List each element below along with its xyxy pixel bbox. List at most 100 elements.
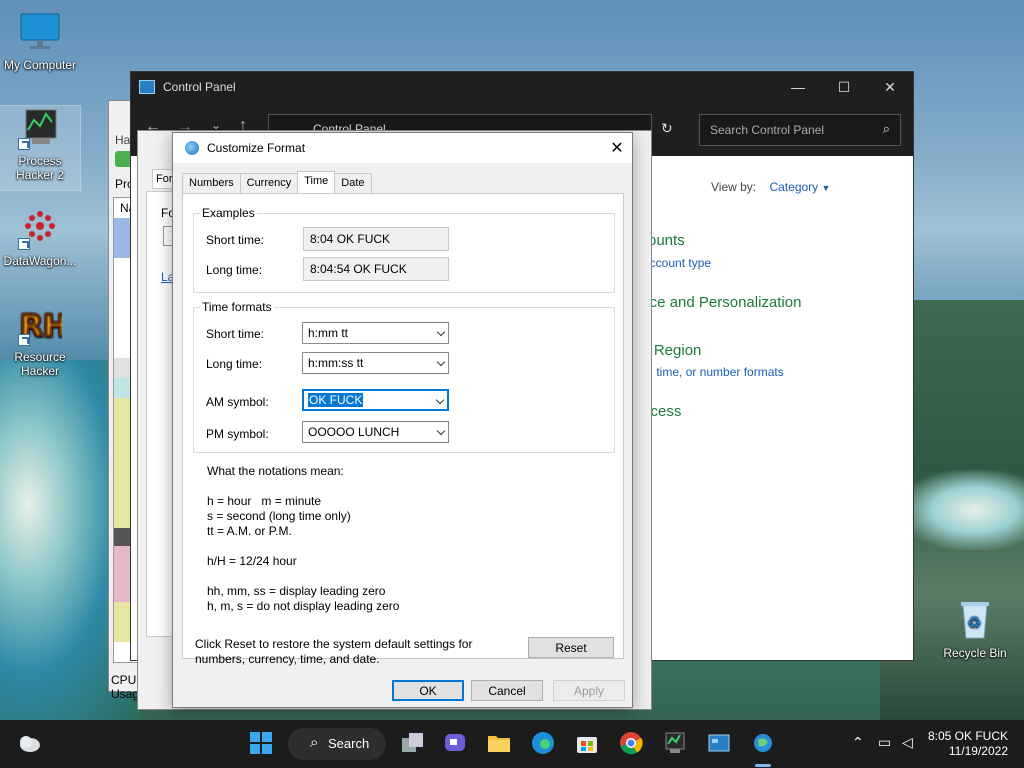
short-time-combo[interactable]: h:mm tt [302,322,449,344]
taskbar-search-label: Search [328,736,370,751]
globe-icon [185,141,199,155]
maximize-button[interactable]: ☐ [821,72,867,102]
am-symbol-label: AM symbol: [206,395,269,409]
start-button[interactable] [248,730,276,758]
svg-text:♻: ♻ [967,613,981,632]
chevron-down-icon [436,357,446,367]
reset-description-line: numbers, currency, time, and date. [195,652,380,666]
short-time-label: Short time: [206,327,265,341]
dialog-title: Customize Format [207,141,306,155]
notation-help: What the notations mean: h = hour m = mi… [207,464,399,614]
examples-group-label: Examples [200,206,257,220]
long-time-combo[interactable]: h:mm:ss tt [302,352,449,374]
category-clock-region-link[interactable]: ate, time, or number formats [633,365,784,379]
desktop-icon-recycle-bin[interactable]: ♻ Recycle Bin [935,598,1015,660]
shortcut-arrow-icon [18,334,30,346]
example-short-time-label: Short time: [206,233,265,247]
category-appearance[interactable]: ance and Personalization [633,294,801,311]
window-title: Control Panel [163,80,236,94]
dialog-tabs: Numbers Currency Time Date [182,171,372,193]
example-long-time-value: 8:04:54 OK FUCK [303,257,449,281]
chrome-icon[interactable] [618,730,646,758]
minimize-button[interactable]: — [775,72,821,102]
time-formats-group: Time formats Short time: h:mm tt Long ti… [193,300,615,453]
recycle-bin-icon: ♻ [953,598,997,642]
tab-time[interactable]: Time [297,171,336,193]
examples-group: Examples Short time: 8:04 OK FUCK Long t… [193,206,615,293]
clock-time: 8:05 OK FUCK [927,729,1008,743]
volume-icon[interactable]: ◁ [902,734,913,751]
desktop-icon-label: DataWagon... [3,254,77,268]
store-icon[interactable] [574,730,602,758]
pm-symbol-label: PM symbol: [206,427,269,441]
pm-symbol-combo-value: OOOOO LUNCH [308,425,400,439]
taskbar: ⌕ Search ⌃ ▭ ◁ 8:05 OK FUCK 11/19/2022 [0,720,1024,768]
pm-symbol-combo[interactable]: OOOOO LUNCH [302,421,449,443]
customize-format-dialog[interactable]: Customize Format ✕ Numbers Currency Time… [172,132,633,708]
tab-date[interactable]: Date [334,173,372,193]
task-view-icon[interactable] [400,730,428,758]
shortcut-arrow-icon [18,138,30,150]
chevron-down-icon [436,426,446,436]
taskbar-search-button[interactable]: ⌕ Search [288,728,386,760]
network-icon[interactable]: ▭ [878,734,891,751]
apply-button[interactable]: Apply [553,680,625,701]
long-time-label: Long time: [206,357,263,371]
chat-icon[interactable] [442,730,470,758]
desktop-icon-my-computer[interactable]: My Computer [0,10,80,72]
notation-line: tt = A.M. or P.M. [207,524,292,538]
desktop-icon-process-hacker[interactable]: Process Hacker 2 [0,105,81,191]
chevron-up-icon[interactable]: ⌃ [852,734,864,751]
long-time-combo-value: h:mm:ss tt [308,356,364,370]
view-by-dropdown[interactable]: Category [769,180,818,194]
ok-button[interactable]: OK [392,680,464,701]
monitor-icon [18,10,62,54]
process-hacker-icon [18,106,62,150]
view-by-label: View by: [711,180,757,194]
example-short-time-value: 8:04 OK FUCK [303,227,449,251]
notation-line: s = second (long time only) [207,509,351,523]
desktop-icon-datawagon[interactable]: DataWagon... [0,206,80,268]
search-icon: ⌕ [310,734,319,751]
desktop-icon-resource-hacker[interactable]: RH Resource Hacker [0,302,80,378]
control-panel-icon [139,80,155,94]
weather-icon[interactable] [16,730,44,758]
example-long-time-label: Long time: [206,263,263,277]
shortcut-arrow-icon [18,238,30,250]
control-panel-taskbar-icon[interactable] [706,730,734,758]
short-time-combo-value: h:mm tt [308,326,349,340]
am-symbol-combo[interactable]: OK FUCK [302,389,449,411]
close-button[interactable]: ✕ [867,72,913,102]
am-symbol-combo-value: OK FUCK [308,393,364,407]
search-icon: ⌕ [882,121,890,136]
taskbar-clock[interactable]: 8:05 OK FUCK 11/19/2022 [928,729,1008,759]
tab-numbers[interactable]: Numbers [182,173,241,193]
time-formats-group-label: Time formats [200,300,274,314]
reset-button[interactable]: Reset [528,637,614,658]
file-explorer-icon[interactable] [486,730,514,758]
notation-line: h/H = 12/24 hour [207,554,297,568]
cancel-button[interactable]: Cancel [471,680,543,701]
proc-ha-text: Ha [115,133,131,147]
search-control-panel-input[interactable]: Search Control Panel ⌕ [699,114,901,146]
tab-currency[interactable]: Currency [239,173,299,193]
chevron-down-icon [435,395,445,405]
dialog-close-button[interactable]: ✕ [602,138,632,158]
chevron-down-icon: ▼ [821,183,831,193]
refresh-icon[interactable]: ↻ [661,120,673,137]
region-taskbar-icon[interactable] [750,730,778,758]
desktop-icon-label: Recycle Bin [943,646,1007,660]
active-app-indicator [755,764,771,767]
process-hacker-taskbar-icon[interactable] [662,730,690,758]
wallpaper-beach-right [900,470,1024,550]
control-panel-titlebar[interactable]: Control Panel — ☐ ✕ [131,72,913,102]
view-by: View by: Category ▼ [711,180,830,194]
search-placeholder: Search Control Panel [710,123,825,137]
desktop-icon-label: Resource Hacker [14,350,66,378]
notation-heading: What the notations mean: [207,464,344,478]
edge-icon[interactable] [530,730,558,758]
clock-date: 11/19/2022 [948,744,1008,758]
dialog-titlebar[interactable]: Customize Format ✕ [173,133,632,163]
time-tab-panel: Examples Short time: 8:04 OK FUCK Long t… [182,193,624,666]
notation-line: h, m, s = do not display leading zero [207,599,400,613]
